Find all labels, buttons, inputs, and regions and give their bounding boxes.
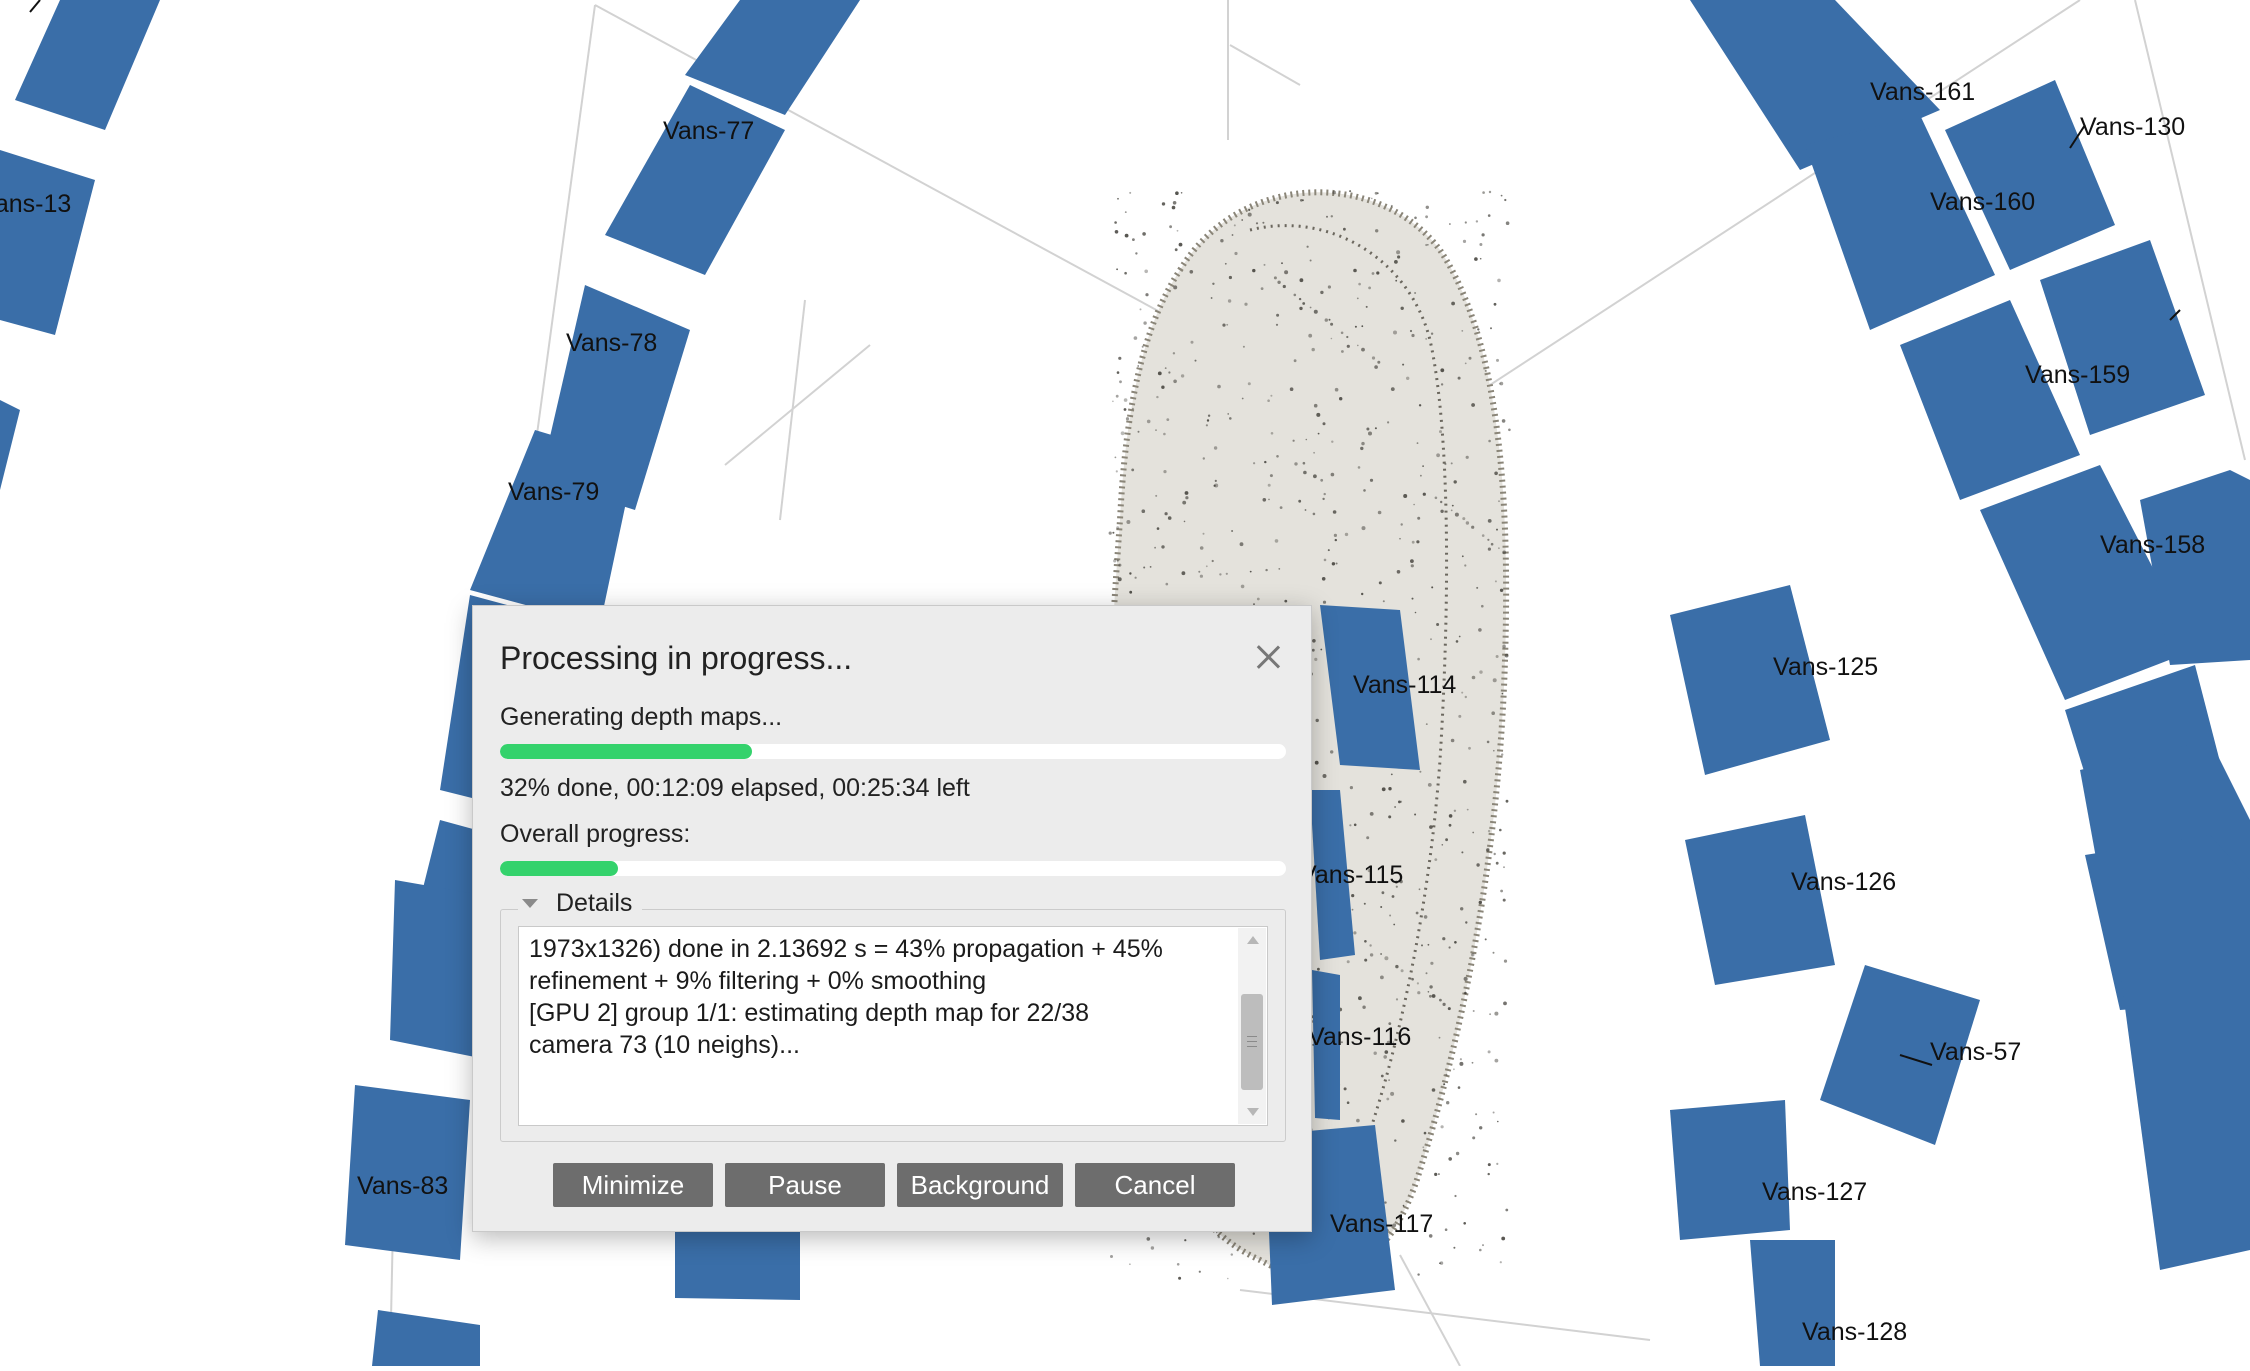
scroll-up-icon[interactable] bbox=[1247, 936, 1259, 944]
camera-label: Vans-114 bbox=[1353, 671, 1456, 699]
camera-label: Vans-158 bbox=[2100, 531, 2205, 559]
camera-label: Vans-159 bbox=[2025, 361, 2130, 389]
camera-label: Vans-115 bbox=[1300, 861, 1403, 889]
overall-progress-label: Overall progress: bbox=[500, 820, 691, 848]
step-label: Generating depth maps... bbox=[500, 703, 783, 731]
camera-label: Vans-77 bbox=[663, 117, 754, 145]
details-toggle[interactable]: Details bbox=[518, 889, 643, 918]
cancel-button[interactable]: Cancel bbox=[1075, 1163, 1235, 1207]
camera-label: Vans-160 bbox=[1930, 188, 2035, 216]
log-text: 1973x1326) done in 2.13692 s = 43% propa… bbox=[529, 935, 1163, 1059]
camera-label: Vans-130 bbox=[2080, 113, 2185, 141]
details-log[interactable]: 1973x1326) done in 2.13692 s = 43% propa… bbox=[518, 926, 1268, 1126]
camera-label: Vans-125 bbox=[1773, 653, 1878, 681]
overall-progress-bar bbox=[500, 861, 1286, 876]
close-icon[interactable] bbox=[1251, 640, 1285, 674]
background-button[interactable]: Background bbox=[897, 1163, 1063, 1207]
overall-progress-fill bbox=[500, 861, 618, 876]
camera-label: Vans-79 bbox=[508, 478, 599, 506]
camera-label: Vans-117 bbox=[1330, 1210, 1433, 1238]
camera-label: Vans-83 bbox=[357, 1172, 448, 1200]
scroll-down-icon[interactable] bbox=[1247, 1108, 1259, 1116]
log-scrollbar[interactable] bbox=[1238, 928, 1266, 1124]
step-progress-bar bbox=[500, 744, 1286, 759]
pause-button[interactable]: Pause bbox=[725, 1163, 885, 1207]
camera-label: Vans-127 bbox=[1762, 1178, 1867, 1206]
processing-dialog: Processing in progress... Generating dep… bbox=[472, 605, 1312, 1232]
camera-label: Vans-78 bbox=[566, 329, 657, 357]
camera-label: Vans-57 bbox=[1930, 1038, 2021, 1066]
camera-label: Vans-128 bbox=[1802, 1318, 1907, 1346]
camera-label: Vans-116 bbox=[1308, 1023, 1411, 1051]
camera-label: Vans-126 bbox=[1791, 868, 1896, 896]
progress-status-text: 32% done, 00:12:09 elapsed, 00:25:34 lef… bbox=[500, 774, 970, 802]
step-progress-fill bbox=[500, 744, 752, 759]
details-label: Details bbox=[556, 889, 633, 917]
camera-label: Vans-13 bbox=[0, 190, 71, 218]
camera-label: Vans-161 bbox=[1870, 78, 1975, 106]
dialog-title: Processing in progress... bbox=[500, 640, 853, 676]
minimize-button[interactable]: Minimize bbox=[553, 1163, 713, 1207]
disclosure-triangle-icon bbox=[522, 899, 538, 908]
scroll-thumb[interactable] bbox=[1241, 994, 1263, 1090]
